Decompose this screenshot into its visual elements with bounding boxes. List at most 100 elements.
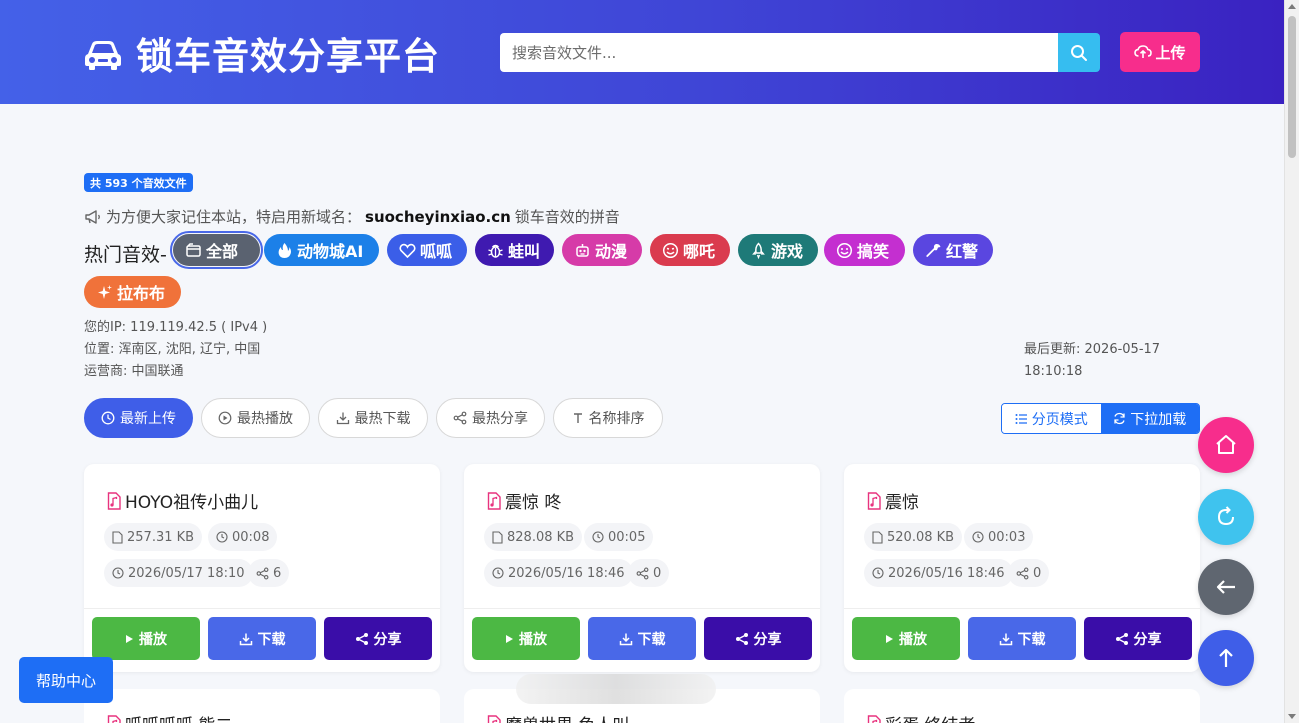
share-icon <box>256 567 269 579</box>
share-count-value: 0 <box>653 565 662 581</box>
robot-icon <box>576 243 589 257</box>
arrow-up-icon <box>1219 648 1233 667</box>
share-button[interactable]: 分享 <box>704 617 812 660</box>
sound-title[interactable]: 震惊 <box>866 488 919 513</box>
play-button[interactable]: 播放 <box>472 617 580 660</box>
ip-address: 您的IP: 119.119.42.5 ( IPv4 ) <box>84 320 268 335</box>
search-input[interactable] <box>500 33 1058 72</box>
sound-name: 彩蛋 终结者 <box>885 711 975 723</box>
sort-label: 最热播放 <box>237 411 293 427</box>
play-icon <box>126 634 133 643</box>
search-button[interactable] <box>1058 33 1100 72</box>
file-icon <box>492 530 503 544</box>
duration-value: 00:08 <box>232 529 270 545</box>
share-button[interactable]: 分享 <box>324 617 432 660</box>
upload-date-value: 2026/05/16 18:46 <box>888 565 1005 581</box>
infinite-mode-button[interactable]: 下拉加载 <box>1100 404 1199 433</box>
download-icon <box>999 633 1012 645</box>
play-button[interactable]: 播放 <box>92 617 200 660</box>
refresh-button[interactable] <box>1198 489 1254 545</box>
sound-name: HOYO祖传小曲儿 <box>125 493 259 513</box>
play-icon <box>506 634 513 643</box>
tag-funny[interactable]: 搞笑 <box>824 234 905 266</box>
header: 锁车音效分享平台 上传 <box>0 0 1284 104</box>
sort-most-downloaded-button[interactable]: 最热下载 <box>318 398 428 438</box>
scroll-up-icon[interactable] <box>1288 4 1296 9</box>
tag-game[interactable]: 游戏 <box>738 234 818 266</box>
tag-guagua[interactable]: 呱呱 <box>387 234 467 266</box>
sort-label: 最新上传 <box>120 411 176 427</box>
share-icon <box>355 632 368 645</box>
share-count: 0 <box>1008 559 1050 587</box>
download-button[interactable]: 下载 <box>208 617 316 660</box>
tag-label: 拉布布 <box>117 284 166 303</box>
tag-red-alert[interactable]: 红警 <box>913 234 993 266</box>
share-icon <box>735 632 748 645</box>
download-button[interactable]: 下载 <box>968 617 1076 660</box>
page-scrollbar[interactable] <box>1284 0 1299 723</box>
mode-label: 下拉加载 <box>1130 411 1187 428</box>
notice-text: 为方便大家记住本站，特启用新域名： <box>106 208 362 226</box>
sound-title[interactable]: 震惊 咚 <box>486 488 561 513</box>
music-file-icon <box>867 491 881 510</box>
scrollbar-thumb[interactable] <box>1288 16 1296 158</box>
share-label: 分享 <box>373 631 402 648</box>
card-divider <box>844 608 1200 609</box>
sort-name-button[interactable]: 名称排序 <box>553 398 663 438</box>
hot-label: 热门音效- <box>84 244 167 266</box>
share-count: 0 <box>628 559 670 587</box>
sound-title[interactable]: HOYO祖传小曲儿 <box>106 488 258 513</box>
file-size-value: 257.31 KB <box>127 529 195 545</box>
duration-value: 00:05 <box>608 529 646 545</box>
download-button[interactable]: 下载 <box>588 617 696 660</box>
upload-date: 2026/05/16 18:46 <box>864 559 1013 587</box>
sound-name: 魔兽世界 鱼人叫 <box>505 711 629 723</box>
home-button[interactable] <box>1198 417 1254 473</box>
scroll-top-button[interactable] <box>1198 630 1254 686</box>
tag-nezha[interactable]: 哪吒 <box>650 234 730 266</box>
share-button[interactable]: 分享 <box>1084 617 1192 660</box>
notice-domain[interactable]: suocheyinxiao.cn <box>365 208 511 226</box>
arrow-left-icon <box>1216 580 1235 594</box>
file-icon <box>872 530 883 544</box>
share-icon <box>1016 567 1029 579</box>
tag-label: 呱呱 <box>420 242 453 261</box>
paged-mode-button[interactable]: 分页模式 <box>1002 404 1101 433</box>
play-button[interactable]: 播放 <box>852 617 960 660</box>
sound-title[interactable]: 呱呱呱呱 熊二 <box>106 711 232 723</box>
sort-most-shared-button[interactable]: 最热分享 <box>436 398 545 438</box>
music-file-icon <box>487 714 501 723</box>
tag-labubu[interactable]: 拉布布 <box>84 276 181 308</box>
clock-icon <box>592 531 604 543</box>
search-icon <box>1071 44 1087 61</box>
sound-title[interactable]: 彩蛋 终结者 <box>866 711 975 723</box>
tag-frog[interactable]: 蛙叫 <box>475 234 554 266</box>
scroll-down-icon[interactable] <box>1288 714 1296 719</box>
tag-label: 动漫 <box>595 242 628 261</box>
sound-name: 震惊 咚 <box>505 493 562 513</box>
download-icon <box>619 633 632 645</box>
text-icon <box>573 413 582 423</box>
music-file-icon <box>107 714 121 723</box>
sparkle-icon <box>98 284 112 299</box>
file-size-value: 828.08 KB <box>507 529 575 545</box>
megaphone-icon <box>85 209 100 224</box>
sort-label: 最热下载 <box>354 411 411 427</box>
play-icon <box>886 634 893 643</box>
home-icon <box>1216 435 1236 454</box>
tag-anime[interactable]: 动漫 <box>562 234 642 266</box>
upload-button[interactable]: 上传 <box>1120 32 1200 72</box>
refresh-icon <box>1114 412 1125 425</box>
sort-newest-button[interactable]: 最新上传 <box>84 398 193 438</box>
back-button[interactable] <box>1198 559 1254 615</box>
tag-zootopia-ai[interactable]: 动物城AI <box>264 234 379 266</box>
sort-most-played-button[interactable]: 最热播放 <box>201 398 310 438</box>
tag-all[interactable]: 全部 <box>170 231 263 269</box>
share-label: 分享 <box>753 631 782 648</box>
logo[interactable]: 锁车音效分享平台 <box>82 26 440 80</box>
sound-title[interactable]: 魔兽世界 鱼人叫 <box>486 711 629 723</box>
ip-location: 位置: 浑南区, 沈阳, 辽宁, 中国 <box>84 342 261 357</box>
help-center-button[interactable]: 帮助中心 <box>19 657 113 703</box>
list-icon <box>1015 413 1027 424</box>
duration: 00:08 <box>208 523 278 551</box>
